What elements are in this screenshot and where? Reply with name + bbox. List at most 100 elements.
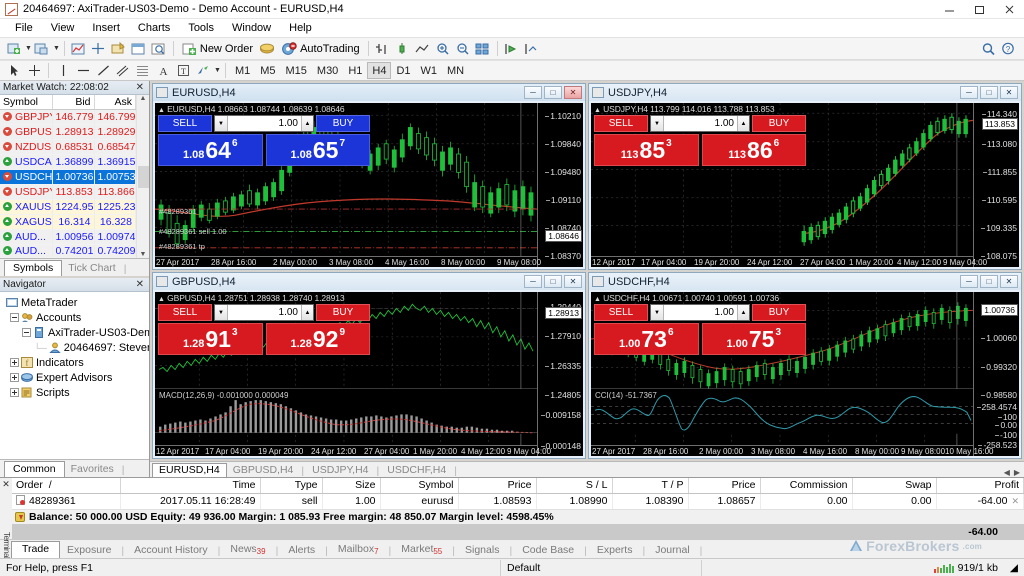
vertical-line-icon[interactable] [53, 61, 73, 80]
chart-time-axis-usdjpy[interactable]: 12 Apr 2017 17 Apr 04:00 19 Apr 20:00 24… [591, 256, 973, 267]
nav-node-scripts[interactable]: Scripts [2, 385, 147, 400]
status-resize-grip[interactable]: ◢ [1004, 559, 1024, 576]
col-price-open[interactable]: Price [458, 478, 536, 493]
buy-price[interactable]: 1.00 75 3 [702, 323, 807, 355]
minimize-icon[interactable] [934, 0, 964, 19]
chart-maximize-icon[interactable]: □ [980, 86, 998, 99]
volume-dropdown-icon[interactable]: ▼ [215, 305, 228, 320]
menu-window[interactable]: Window [223, 21, 280, 35]
tab-symbols[interactable]: Symbols [4, 260, 62, 276]
timeframe-m30[interactable]: M30 [312, 62, 343, 79]
sell-button[interactable]: SELL [594, 115, 648, 132]
terminal-tab-trade[interactable]: Trade [11, 541, 60, 558]
chart-time-axis-eurusd[interactable]: 27 Apr 2017 28 Apr 16:00 2 May 00:00 3 M… [155, 256, 537, 267]
col-order[interactable]: Order / [12, 478, 120, 493]
chart-window-gbpusd[interactable]: GBPUSD,H4 ─ □ ✕ ▲ GBPUSD,H4 1.28751 1.28… [152, 272, 586, 459]
crosshair-tool-icon[interactable] [24, 61, 44, 80]
table-row[interactable]: AUD... 0.74201 0.74209 [0, 245, 136, 258]
table-row-selected[interactable]: USDCHF 1.00736 1.00753 [0, 170, 136, 185]
table-row[interactable]: 48289361 2017.05.11 16:28:49 sell 1.00 e… [12, 493, 1024, 509]
autotrading-button[interactable]: AutoTrading [277, 39, 364, 58]
table-row[interactable]: AUD... 1.00956 1.00974 [0, 230, 136, 245]
collapse-minus-icon[interactable] [10, 313, 19, 322]
table-row[interactable]: XAGUSD 16.314 16.328 [0, 215, 136, 230]
terminal-tab-journal[interactable]: Journal [648, 543, 696, 558]
equidistant-channel-icon[interactable] [113, 61, 133, 80]
chart-price-axis-usdjpy[interactable]: 114.340 113.080 111.855 110.595 109.335 … [973, 103, 1019, 267]
menu-tools[interactable]: Tools [179, 21, 223, 35]
new-chart-dropdown-icon[interactable]: ▼ [25, 45, 32, 52]
volume-dropdown-icon[interactable]: ▼ [651, 305, 664, 320]
sell-price[interactable]: 113 85 3 [594, 134, 699, 166]
one-click-trading-panel-gbpusd[interactable]: SELL ▼ 1.00 ▲ BUY [158, 304, 370, 355]
menu-charts[interactable]: Charts [129, 21, 179, 35]
col-tp[interactable]: T / P [612, 478, 688, 493]
chart-tab-usdchf[interactable]: USDCHF,H4 [381, 464, 452, 477]
chart-maximize-icon[interactable]: □ [544, 275, 562, 288]
collapse-minus-icon-2[interactable] [22, 328, 31, 337]
menu-insert[interactable]: Insert [83, 21, 129, 35]
timeframe-m1[interactable]: M1 [230, 62, 255, 79]
volume-input[interactable]: ▼ 1.00 ▲ [650, 304, 750, 321]
market-watch-scrollbar[interactable]: ▲ ▼ [136, 95, 149, 258]
chart-canvas-usdchf[interactable]: ▲ USDCHF,H4 1.00671 1.00740 1.00591 1.00… [591, 292, 1019, 456]
chart-window-eurusd[interactable]: EURUSD,H4 ─ □ ✕ ▲ EURUSD,H4 1.08663 1.08… [152, 83, 586, 270]
nav-node-account[interactable]: └─ 20464697: Steven H [2, 340, 147, 355]
chart-shift-icon[interactable] [522, 39, 542, 58]
terminal-icon[interactable] [129, 39, 149, 58]
line-chart-icon[interactable] [413, 39, 433, 58]
volume-dropdown-icon[interactable]: ▼ [215, 116, 228, 131]
col-swap[interactable]: Swap [852, 478, 936, 493]
sell-button[interactable]: SELL [594, 304, 648, 321]
col-sl[interactable]: S / L [536, 478, 612, 493]
nav-node-metatrader[interactable]: MetaTrader [2, 295, 147, 310]
arrows-dropdown-icon[interactable]: ▼ [214, 67, 221, 74]
timeframe-mn[interactable]: MN [442, 62, 469, 79]
volume-stepper-icon[interactable]: ▲ [737, 116, 749, 131]
timeframe-d1[interactable]: D1 [391, 62, 415, 79]
volume-stepper-icon[interactable]: ▲ [301, 305, 313, 320]
timeframe-m5[interactable]: M5 [255, 62, 280, 79]
table-row[interactable]: USDCAD 1.36899 1.36915 [0, 155, 136, 170]
market-watch-close-icon[interactable]: ✕ [136, 82, 146, 93]
chart-window-usdjpy[interactable]: USDJPY,H4 ─ □ ✕ ▲ USDJPY,H4 113.799 114.… [588, 83, 1022, 270]
col-symbol[interactable]: Symbol [380, 478, 458, 493]
terminal-tab-market[interactable]: Market55 [394, 542, 449, 558]
candlestick-chart-icon[interactable] [393, 39, 413, 58]
menu-view[interactable]: View [42, 21, 84, 35]
tab-tick-chart[interactable]: Tick Chart [62, 261, 121, 276]
tab-scroll-left-icon[interactable]: ◀ [1004, 468, 1010, 477]
chart-price-axis-usdchf[interactable]: 1.00060 0.99320 0.98580 258.4574 100 0.0… [973, 292, 1019, 456]
buy-button[interactable]: BUY [316, 115, 370, 132]
table-row[interactable]: USDJPY 113.853 113.866 [0, 185, 136, 200]
volume-stepper-icon[interactable]: ▲ [301, 116, 313, 131]
strategy-tester-icon[interactable] [149, 39, 169, 58]
sell-price[interactable]: 1.08 64 6 [158, 134, 263, 166]
buy-button[interactable]: BUY [752, 115, 806, 132]
chart-close-icon[interactable]: ✕ [564, 86, 582, 99]
chart-close-icon[interactable]: ✕ [1000, 86, 1018, 99]
navigator-icon[interactable] [109, 39, 129, 58]
col-size[interactable]: Size [322, 478, 380, 493]
chart-price-axis-eurusd[interactable]: 1.10210 1.09840 1.09480 1.09110 1.08740 … [537, 103, 583, 267]
chart-canvas-usdjpy[interactable]: ▲ USDJPY,H4 113.799 114.016 113.788 113.… [591, 103, 1019, 267]
metaeditor-icon[interactable] [257, 39, 277, 58]
col-commission[interactable]: Commission [760, 478, 852, 493]
table-row[interactable]: GBPUSD 1.28913 1.28929 [0, 125, 136, 140]
new-order-button[interactable]: New Order [178, 39, 257, 58]
terminal-tab-mailbox[interactable]: Mailbox7 [331, 542, 386, 558]
buy-button[interactable]: BUY [752, 304, 806, 321]
tab-favorites[interactable]: Favorites [65, 462, 120, 477]
col-symbol[interactable]: Symbol [0, 95, 52, 110]
one-click-trading-panel-usdchf[interactable]: SELL ▼ 1.00 ▲ BUY [594, 304, 806, 355]
horizontal-line-icon[interactable] [73, 61, 93, 80]
chart-window-usdchf[interactable]: USDCHF,H4 ─ □ ✕ ▲ USDCHF,H4 1.00671 1.00… [588, 272, 1022, 459]
volume-input[interactable]: ▼ 1.00 ▲ [214, 304, 314, 321]
nav-node-experts[interactable]: Expert Advisors [2, 370, 147, 385]
menu-file[interactable]: File [6, 21, 42, 35]
chart-maximize-icon[interactable]: □ [980, 275, 998, 288]
table-row[interactable]: XAUUSD 1224.95 1225.23 [0, 200, 136, 215]
sell-button[interactable]: SELL [158, 115, 212, 132]
search-icon[interactable] [978, 39, 998, 58]
one-click-trading-panel-usdjpy[interactable]: SELL ▼ 1.00 ▲ BUY [594, 115, 806, 166]
